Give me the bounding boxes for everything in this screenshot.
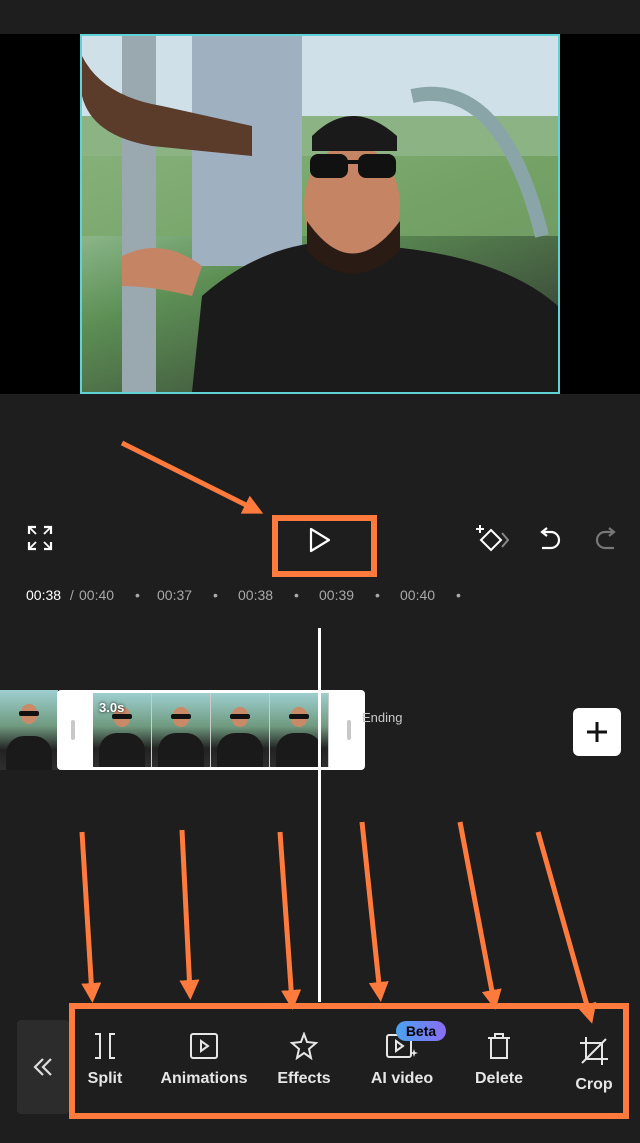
split-icon [95,1033,115,1059]
delete-button[interactable]: Delete [472,1032,526,1088]
collapse-toolbar-button[interactable] [17,1020,69,1114]
split-button[interactable]: Split [86,1032,124,1088]
redo-icon[interactable] [592,522,622,556]
ai-video-label: AI video [370,1070,434,1087]
animations-icon [190,1033,218,1059]
split-label: Split [87,1070,123,1087]
time-separator: / [66,587,78,603]
clip-thumbnail [152,693,211,767]
timeline-track[interactable]: 3.0s Ending [0,610,640,1010]
edit-toolbar: Split Animations Effects AI video Delete [0,1010,640,1143]
add-clip-button[interactable] [573,708,621,756]
ruler-tick: 00:40 [400,587,436,603]
keyframe-icon[interactable] [474,522,510,556]
ruler-dot: • [375,587,380,603]
animations-label: Animations [160,1070,248,1087]
ruler-tick: 00:37 [157,587,193,603]
playhead[interactable] [318,628,321,1002]
crop-icon [580,1037,608,1065]
ruler-dot: • [456,587,461,603]
video-preview[interactable] [0,34,640,394]
previous-clip[interactable] [0,690,58,770]
status-area [0,0,640,34]
delete-icon [488,1033,510,1059]
double-chevron-left-icon [33,1058,52,1076]
ruler-dot: • [213,587,218,603]
preview-frame [80,34,560,394]
crop-label: Crop [575,1076,613,1093]
ruler-tick: 00:38 [238,587,274,603]
clip-thumbnails [93,693,329,767]
clip-trim-handle-right[interactable] [347,720,351,740]
clip-thumbnail [0,690,58,770]
effects-label: Effects [277,1070,331,1087]
preview-photo [82,36,558,392]
ruler-tick: 00:39 [319,587,355,603]
time-ruler: 00:38 / 00:40 • 00:37 • 00:38 • 00:39 • … [0,583,640,609]
playback-controls [0,394,640,579]
total-time: 00:40 [79,587,115,603]
beta-badge: Beta [396,1021,446,1041]
play-icon [309,527,331,553]
delete-label: Delete [474,1070,524,1087]
current-time: 00:38 [26,587,62,603]
fullscreen-icon[interactable] [24,522,56,554]
play-button[interactable] [290,522,350,558]
animations-button[interactable]: Animations [158,1032,250,1088]
undo-icon[interactable] [534,522,564,556]
plus-icon [587,722,607,742]
crop-button[interactable]: Crop [574,1036,614,1094]
ending-label[interactable]: Ending [362,710,402,725]
clip-duration: 3.0s [99,700,125,715]
effects-button[interactable]: Effects [274,1032,334,1088]
ruler-dot: • [135,587,140,603]
effects-icon [289,1032,319,1060]
clip-trim-handle-left[interactable] [71,720,75,740]
clip-thumbnail [211,693,270,767]
ruler-dot: • [294,587,299,603]
